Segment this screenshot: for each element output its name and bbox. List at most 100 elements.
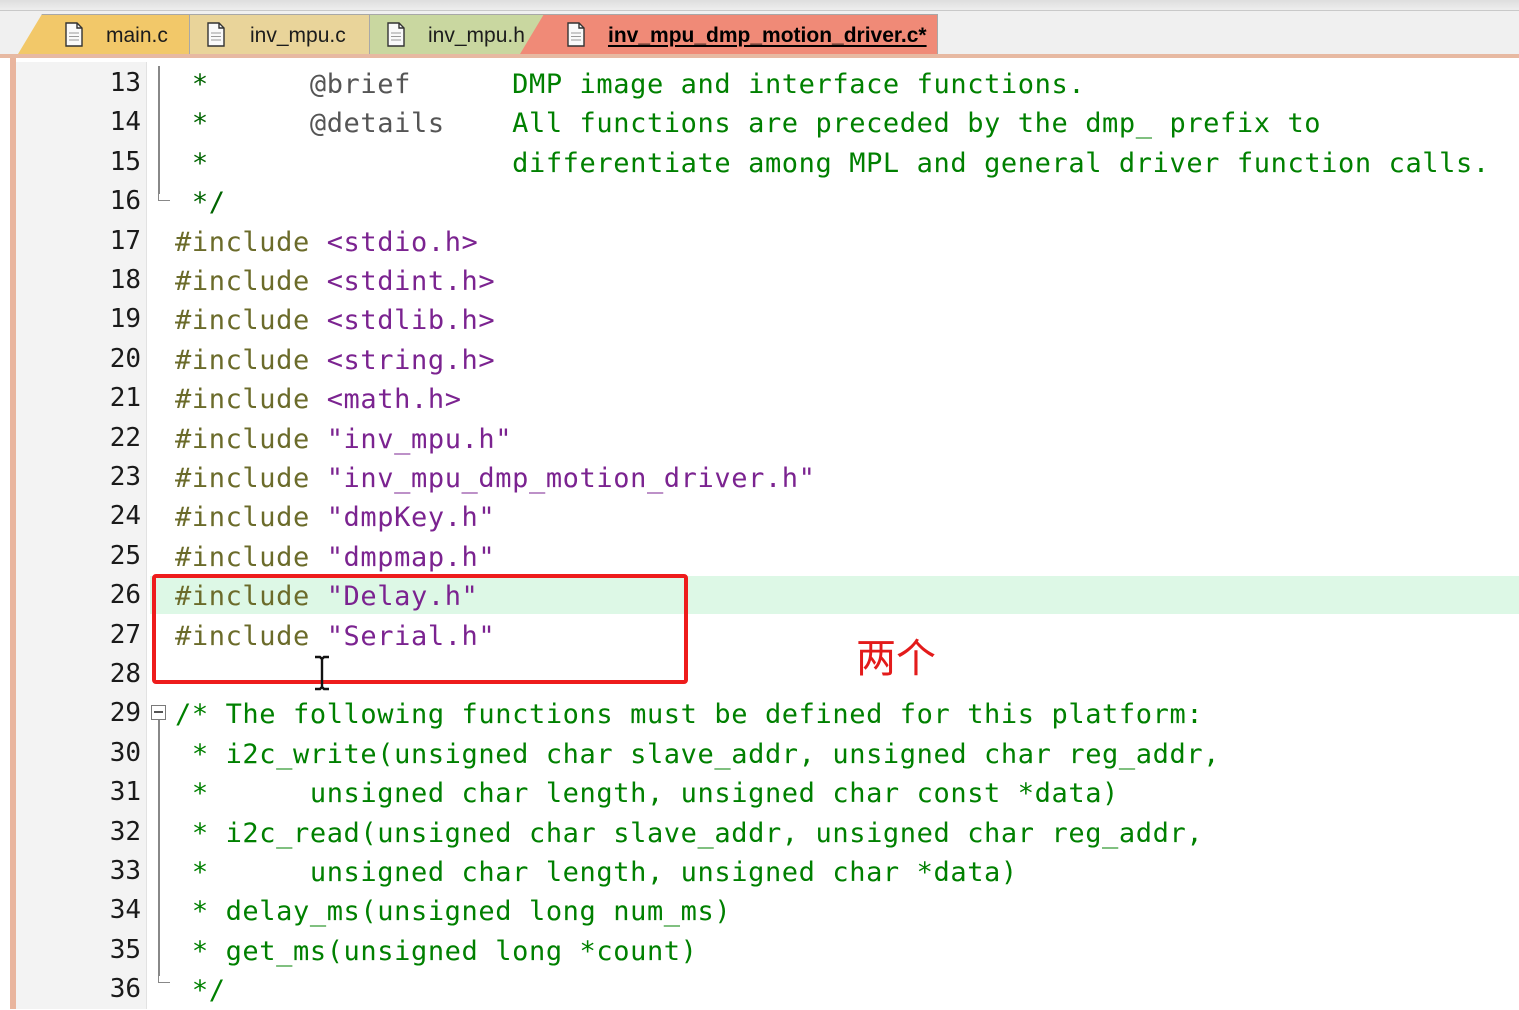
code-text: * get_ms(unsigned long *count)	[175, 933, 698, 971]
line-number: 25	[109, 540, 141, 571]
file-tab-label: inv_mpu_dmp_motion_driver.c*	[608, 24, 927, 47]
line-number: 23	[109, 462, 141, 492]
code-text: */	[175, 184, 226, 222]
code-text: * i2c_read(unsigned char slave_addr, uns…	[175, 815, 1203, 853]
code-token-comment: All functions are preceded by the dmp_ p…	[444, 108, 1322, 140]
code-token-str: "dmpmap.h"	[326, 541, 496, 573]
line-number: 29	[109, 698, 141, 729]
code-text: #include "inv_mpu_dmp_motion_driver.h"	[175, 460, 816, 498]
code-token-str: <math.h>	[326, 384, 462, 416]
file-icon	[387, 22, 405, 47]
code-line: 25 #include "dmpmap.h"	[0, 537, 1519, 576]
line-number: 32	[109, 816, 141, 847]
file-tab-label: inv_mpu.h	[428, 24, 525, 47]
line-number: 15	[109, 146, 141, 177]
keil-editor-window: main.c inv_mpu.c inv_mpu.h inv_mpu_dmp_moti…	[0, 0, 1519, 1009]
code-line: 20 #include <string.h>	[0, 340, 1519, 379]
line-number: 26	[109, 580, 141, 611]
code-token-pre: #include	[175, 384, 327, 416]
code-token-comment: */	[175, 975, 226, 1007]
code-text: * differentiate among MPL and general dr…	[175, 145, 1490, 183]
code-line: 23 #include "inv_mpu_dmp_motion_driver.h"	[0, 458, 1519, 497]
line-number: 16	[109, 186, 141, 217]
code-text: #include "dmpmap.h"	[175, 539, 495, 577]
code-line: 22 #include "inv_mpu.h"	[0, 419, 1519, 458]
code-token-comment: /* The following functions must be defin…	[175, 699, 1204, 731]
code-token-comment: DMP image and interface functions.	[410, 69, 1086, 100]
code-token-pre: #include	[175, 423, 327, 455]
line-number: 33	[109, 856, 141, 886]
code-text: #include <math.h>	[175, 381, 462, 419]
code-line: 18 #include <stdint.h>	[0, 261, 1519, 300]
code-token-star: *	[175, 147, 209, 179]
code-text: #include "inv_mpu.h"	[175, 421, 512, 459]
file-tab-4[interactable]: inv_mpu_dmp_motion_driver.c*	[520, 14, 938, 54]
code-line: 14 * @details All functions are preceded…	[0, 103, 1519, 142]
code-token-star: *	[175, 69, 310, 100]
code-line: 29 /* The following functions must be def…	[0, 694, 1519, 733]
code-text: #include <string.h>	[175, 342, 495, 380]
code-line: 19 #include <stdlib.h>	[0, 300, 1519, 339]
code-token-str: <stdlib.h>	[326, 305, 496, 337]
file-tab-label: main.c	[106, 24, 168, 47]
code-text: #include <stdlib.h>	[175, 302, 495, 340]
file-icon	[207, 22, 225, 47]
code-line: 15 * differentiate among MPL and general…	[0, 143, 1519, 182]
file-tab-2[interactable]: inv_mpu.c	[160, 14, 370, 54]
line-number: 27	[109, 619, 141, 650]
code-token-comment: * unsigned char length, unsigned char *d…	[175, 857, 1018, 888]
code-token-comment: * get_ms(unsigned long *count)	[175, 935, 698, 967]
code-text: /* The following functions must be defin…	[175, 696, 1203, 734]
code-token-comment: * delay_ms(unsigned long num_ms)	[175, 896, 732, 928]
annotation-note: 两个	[856, 636, 936, 682]
file-icon	[567, 22, 585, 47]
code-line: 24 #include "dmpKey.h"	[0, 497, 1519, 536]
code-token-str: <stdio.h>	[326, 226, 479, 258]
code-token-pre: #include	[175, 305, 327, 337]
line-number: 35	[109, 934, 141, 965]
code-line: 13 * @brief DMP image and interface func…	[0, 64, 1519, 103]
text-cursor-icon	[315, 655, 329, 691]
code-token-str: <string.h>	[326, 344, 496, 376]
code-line: 16 */	[0, 182, 1519, 221]
code-token-tag: @brief	[309, 69, 411, 100]
code-line: 32 * i2c_read(unsigned char slave_addr, …	[0, 813, 1519, 852]
annotation-highlight-box	[152, 574, 688, 684]
code-text: * @brief DMP image and interface functio…	[175, 66, 1085, 104]
code-token-pre: #include	[175, 344, 327, 376]
line-number: 36	[109, 974, 141, 1005]
code-token-comment: * unsigned char length, unsigned char co…	[175, 778, 1119, 810]
code-token-str: "inv_mpu_dmp_motion_driver.h"	[326, 463, 816, 494]
code-text: #include <stdio.h>	[175, 224, 478, 262]
tab-bar-top-edge	[0, 0, 1519, 11]
code-line: 35 * get_ms(unsigned long *count)	[0, 931, 1519, 970]
code-token-comment: * i2c_read(unsigned char slave_addr, uns…	[175, 817, 1204, 849]
code-token-comment: differentiate among MPL and general driv…	[208, 147, 1490, 179]
code-text: * unsigned char length, unsigned char *d…	[175, 854, 1018, 892]
file-tab-1[interactable]: main.c	[18, 14, 190, 54]
code-text: * i2c_write(unsigned char slave_addr, un…	[175, 736, 1220, 774]
line-number: 19	[109, 304, 141, 335]
code-text: * unsigned char length, unsigned char co…	[175, 775, 1119, 813]
code-line: 31 * unsigned char length, unsigned char…	[0, 773, 1519, 812]
line-number: 17	[109, 225, 141, 256]
code-text: #include "dmpKey.h"	[175, 499, 495, 537]
line-number: 28	[109, 659, 141, 689]
code-token-str: "dmpKey.h"	[326, 502, 496, 534]
code-token-star: *	[175, 108, 310, 140]
code-line: 17 #include <stdio.h>	[0, 222, 1519, 261]
fold-end-marker	[158, 193, 170, 201]
code-token-str: <stdint.h>	[326, 266, 496, 297]
fold-end-marker	[158, 975, 170, 983]
code-token-pre: #include	[175, 266, 327, 297]
code-line: 34 * delay_ms(unsigned long num_ms)	[0, 891, 1519, 930]
fold-guide-line	[158, 66, 160, 194]
code-line: 36 */	[0, 970, 1519, 1009]
file-tab-3[interactable]: inv_mpu.h	[340, 14, 550, 54]
line-number: 21	[109, 383, 141, 414]
code-token-pre: #include	[175, 502, 327, 534]
line-number: 14	[109, 107, 141, 138]
fold-collapse-icon[interactable]	[151, 705, 166, 720]
code-token-pre: #include	[175, 226, 327, 258]
line-number: 20	[109, 343, 141, 374]
